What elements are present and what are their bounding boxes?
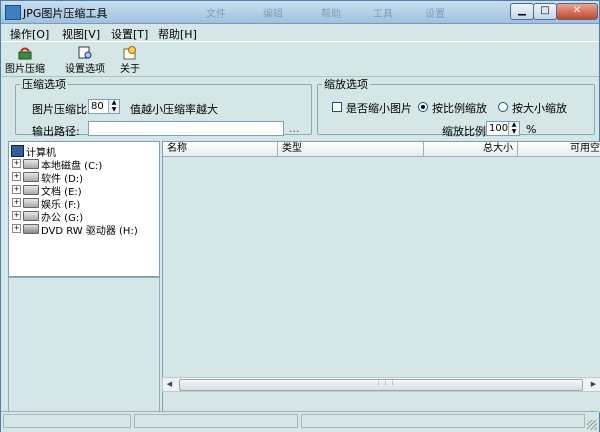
close-icon: ✕ — [572, 5, 582, 16]
browse-button[interactable]: ... — [289, 122, 300, 135]
dvd-drive-icon — [23, 224, 39, 234]
shrink-label: 是否缩小图片 — [346, 102, 412, 115]
menu-settings[interactable]: 设置[T] — [111, 26, 148, 42]
maximize-icon: □ — [540, 5, 550, 16]
scale-by-ratio-radio[interactable] — [418, 102, 428, 112]
app-icon — [5, 5, 21, 20]
output-path-label: 输出路径: — [32, 125, 80, 138]
menu-view[interactable]: 视图[V] — [62, 26, 100, 42]
computer-icon — [11, 145, 24, 157]
tree-item-label: DVD RW 驱动器 (H:) — [41, 226, 138, 237]
app-window: JPG图片压缩工具 文件 编辑 帮助 工具 设置 ▁ □ ✕ 操作[O] 视图[… — [0, 0, 600, 432]
compress-ratio-spinner[interactable]: 80 ▲ ▼ — [88, 99, 120, 114]
drive-list[interactable]: 名称 类型 总大小 可用空 — [162, 141, 600, 413]
expand-icon[interactable]: + — [12, 159, 21, 168]
column-type[interactable]: 类型 — [278, 142, 424, 156]
scale-percent-label: % — [526, 123, 537, 136]
window-title: JPG图片压缩工具 — [23, 7, 108, 20]
drive-icon — [23, 211, 39, 221]
scroll-left-icon[interactable]: ◀ — [163, 378, 176, 391]
scroll-grip-icon: ⋮⋮⋮ — [375, 378, 396, 386]
background-text: 帮助 — [321, 9, 341, 20]
compress-options-group: 压缩选项 图片压缩比 80 ▲ ▼ 值越小压缩率越大 输出路径: ... — [15, 76, 312, 138]
scroll-right-icon[interactable]: ▶ — [587, 378, 600, 391]
settings-label: 设置选项 — [65, 64, 105, 75]
scale-ratio-label: 缩放比例 — [442, 125, 486, 138]
scale-options-group: 缩放选项 是否缩小图片 按比例缩放 按大小缩放 缩放比例 100 ▲ ▼ % — [317, 76, 595, 138]
settings-button[interactable]: 设置选项 — [63, 44, 107, 75]
list-header: 名称 类型 总大小 可用空 — [163, 142, 600, 157]
spin-down-icon[interactable]: ▼ — [509, 129, 519, 135]
drive-tree[interactable]: 计算机 + 本地磁盘 (C:) + 软件 (D:) + 文档 (E:) + 娱乐… — [8, 141, 160, 277]
drive-icon — [23, 185, 39, 195]
title-bar[interactable]: JPG图片压缩工具 文件 编辑 帮助 工具 设置 ▁ □ ✕ — [1, 1, 599, 24]
column-name[interactable]: 名称 — [163, 142, 278, 156]
about-icon — [123, 46, 136, 60]
menu-help[interactable]: 帮助[H] — [158, 26, 197, 42]
expand-icon[interactable]: + — [12, 198, 21, 207]
scale-ratio-spin-buttons: ▲ ▼ — [508, 122, 519, 135]
toolbar: 图片压缩 设置选项 关于 — [1, 41, 599, 77]
resize-grip-icon[interactable] — [587, 420, 597, 430]
compress-ratio-label: 图片压缩比 — [32, 103, 87, 116]
status-panel-3 — [301, 414, 585, 428]
output-path-input[interactable] — [88, 121, 284, 136]
scale-ratio-spinner[interactable]: 100 ▲ ▼ — [486, 121, 520, 136]
minimize-icon: ▁ — [518, 5, 526, 16]
minimize-button[interactable]: ▁ — [510, 3, 534, 20]
background-text: 工具 — [373, 9, 393, 20]
column-free-space[interactable]: 可用空 — [518, 142, 600, 156]
close-button[interactable]: ✕ — [556, 3, 598, 20]
status-panel-1 — [3, 414, 131, 428]
menu-operate[interactable]: 操作[O] — [10, 26, 49, 42]
scale-by-ratio-label: 按比例缩放 — [432, 102, 487, 115]
shrink-checkbox[interactable] — [332, 102, 342, 112]
spin-down-icon[interactable]: ▼ — [109, 107, 119, 113]
drive-icon — [23, 172, 39, 182]
compress-ratio-hint: 值越小压缩率越大 — [130, 103, 218, 116]
scroll-thumb[interactable]: ⋮⋮⋮ — [179, 378, 583, 391]
menu-bar: 操作[O] 视图[V] 设置[T] 帮助[H] — [1, 24, 599, 41]
maximize-button[interactable]: □ — [533, 3, 557, 20]
horizontal-scrollbar[interactable]: ◀ ⋮⋮⋮ ▶ — [162, 377, 600, 392]
status-panel-2 — [134, 414, 298, 428]
settings-icon — [78, 46, 92, 59]
expand-icon[interactable]: + — [12, 172, 21, 181]
about-label: 关于 — [120, 64, 140, 75]
scale-options-legend: 缩放选项 — [324, 78, 368, 91]
compress-options-legend: 压缩选项 — [22, 78, 66, 91]
expand-icon[interactable]: + — [12, 185, 21, 194]
background-text: 设置 — [425, 9, 445, 20]
compress-icon — [18, 47, 32, 60]
compress-ratio-value: 80 — [91, 101, 104, 112]
compress-ratio-spin-buttons: ▲ ▼ — [108, 100, 119, 113]
drive-icon — [23, 159, 39, 169]
scale-ratio-value: 100 — [489, 123, 509, 134]
drive-icon — [23, 198, 39, 208]
about-button[interactable]: 关于 — [113, 44, 147, 75]
expand-icon[interactable]: + — [12, 211, 21, 220]
background-text: 编辑 — [263, 9, 283, 20]
background-text: 文件 — [206, 9, 226, 20]
scale-by-size-radio[interactable] — [498, 102, 508, 112]
preview-panel — [8, 277, 160, 412]
status-bar — [1, 411, 599, 432]
compress-button[interactable]: 图片压缩 — [3, 44, 47, 75]
expand-icon[interactable]: + — [12, 224, 21, 233]
compress-label: 图片压缩 — [5, 64, 45, 75]
scale-by-size-label: 按大小缩放 — [512, 102, 567, 115]
column-total-size[interactable]: 总大小 — [424, 142, 518, 156]
